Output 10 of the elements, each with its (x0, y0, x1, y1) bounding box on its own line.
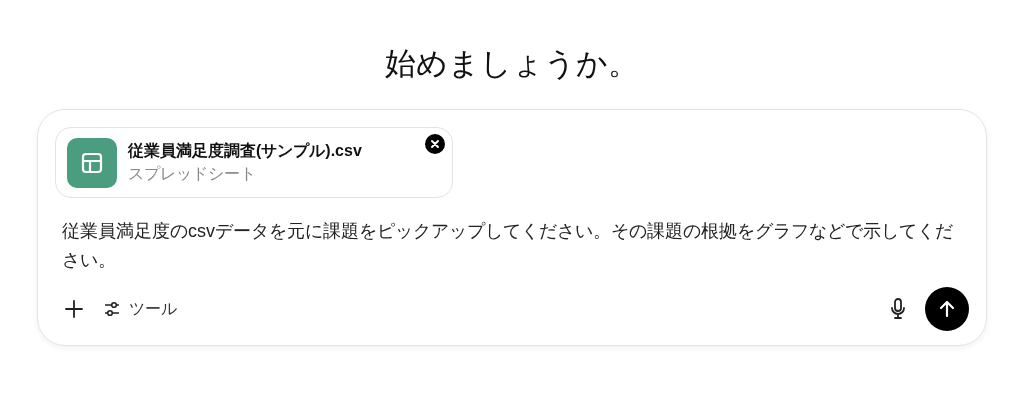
file-name: 従業員満足度調査(サンプル).csv (128, 140, 362, 161)
file-type: スプレッドシート (128, 163, 257, 184)
spreadsheet-icon (67, 137, 117, 188)
send-button[interactable] (925, 287, 969, 331)
sliders-icon (103, 300, 121, 318)
tools-button[interactable]: ツール (103, 297, 177, 321)
remove-attachment-icon[interactable] (425, 134, 445, 154)
message-input[interactable]: 従業員満足度のcsvデータを元に課題をピックアップしてください。その課題の根拠をグラフなどで示してください。 (55, 217, 967, 275)
arrow-up-icon (938, 300, 956, 318)
heading: 始めましょうか。 (385, 45, 639, 83)
